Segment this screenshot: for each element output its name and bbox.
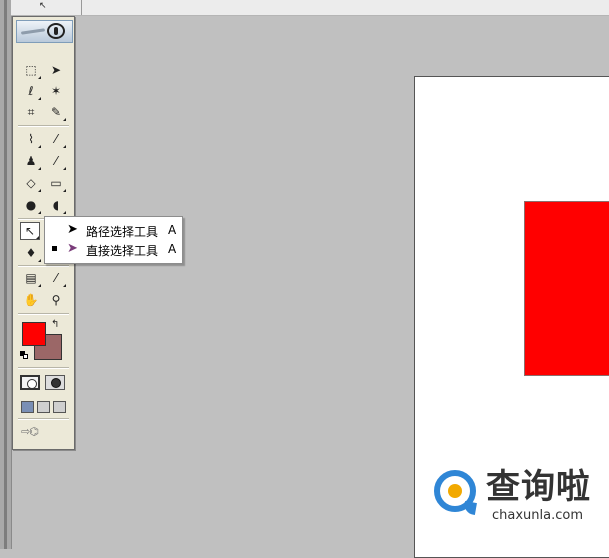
brush-icon[interactable]: ⁄ xyxy=(46,130,66,148)
path-selection-icon[interactable]: ↖ xyxy=(20,222,40,240)
arrow-cursor-icon: ↖ xyxy=(39,1,47,11)
menu-bar: ↖ xyxy=(11,0,609,16)
notes-icon[interactable]: ▤ xyxy=(21,269,41,287)
standard-mode-button[interactable] xyxy=(20,375,40,390)
watermark-domain: chaxunla.com xyxy=(492,508,583,523)
toolbox-header-logo[interactable] xyxy=(16,20,73,43)
flyout-item-label: 直接选择工具 xyxy=(86,244,159,258)
default-colors-icon[interactable] xyxy=(20,351,28,359)
toolbox-separator xyxy=(18,313,69,315)
magic-wand-icon[interactable]: ✶ xyxy=(46,82,66,100)
magnifier-logo-icon xyxy=(434,470,477,515)
jump-to-imageready-icon[interactable]: ⇨⌬ xyxy=(21,425,65,441)
hand-icon[interactable]: ✋ xyxy=(21,291,41,309)
quick-mask-mode-button[interactable] xyxy=(45,375,65,390)
pen-icon[interactable]: ♦ xyxy=(21,244,41,262)
full-screen-menu-mode-button[interactable] xyxy=(37,401,50,413)
flyout-item-path-selection[interactable]: ➤ 路径选择工具 A xyxy=(45,220,182,240)
move-icon[interactable]: ➤ xyxy=(46,61,66,79)
watermark: 查询啦 chaxunla.com xyxy=(434,466,609,530)
toolbox-separator xyxy=(18,367,69,369)
flyout-item-shortcut: A xyxy=(168,223,177,237)
path-tool-flyout-menu: ➤ 路径选择工具 A ➤ 直接选择工具 A xyxy=(44,216,183,264)
healing-brush-icon[interactable]: ⌇ xyxy=(21,130,41,148)
white-arrow-icon: ➤ xyxy=(67,241,78,256)
eyedropper-icon[interactable]: ⁄ xyxy=(46,269,66,287)
crop-icon[interactable]: ⌗ xyxy=(21,103,41,121)
eraser-icon[interactable]: ◇ xyxy=(21,174,41,192)
feather-icon xyxy=(20,28,46,35)
window-left-edge xyxy=(0,0,12,549)
standard-screen-mode-button[interactable] xyxy=(21,401,34,413)
zoom-icon[interactable]: ⚲ xyxy=(46,291,66,309)
lasso-icon[interactable]: ℓ xyxy=(21,82,41,100)
rectangular-marquee-icon[interactable]: ⬚ xyxy=(21,61,41,79)
clone-stamp-icon[interactable]: ♟ xyxy=(21,152,41,170)
flyout-item-label: 路径选择工具 xyxy=(86,225,159,239)
red-rectangle-shape[interactable] xyxy=(524,201,609,376)
full-screen-mode-button[interactable] xyxy=(53,401,66,413)
selected-bullet-icon xyxy=(52,246,57,251)
gradient-icon[interactable]: ▭ xyxy=(46,174,66,192)
slice-icon[interactable]: ✎ xyxy=(46,103,66,121)
window-frame-line xyxy=(4,0,7,549)
foreground-color-swatch[interactable] xyxy=(22,322,46,346)
flyout-item-direct-selection[interactable]: ➤ 直接选择工具 A xyxy=(45,239,182,259)
eye-logo-icon xyxy=(47,23,65,39)
toolbox-separator xyxy=(18,418,69,420)
dodge-icon[interactable]: ◖ xyxy=(46,196,66,214)
toolbox-separator xyxy=(18,125,69,127)
toolbox-separator xyxy=(18,265,69,267)
swap-colors-icon[interactable]: ↰ xyxy=(51,319,59,330)
watermark-name: 查询啦 xyxy=(486,467,591,507)
flyout-item-shortcut: A xyxy=(168,242,177,256)
history-brush-icon[interactable]: ⁄ xyxy=(46,152,66,170)
blur-icon[interactable]: ● xyxy=(21,196,41,214)
black-arrow-icon: ➤ xyxy=(67,222,78,237)
menu-grip xyxy=(81,0,82,15)
